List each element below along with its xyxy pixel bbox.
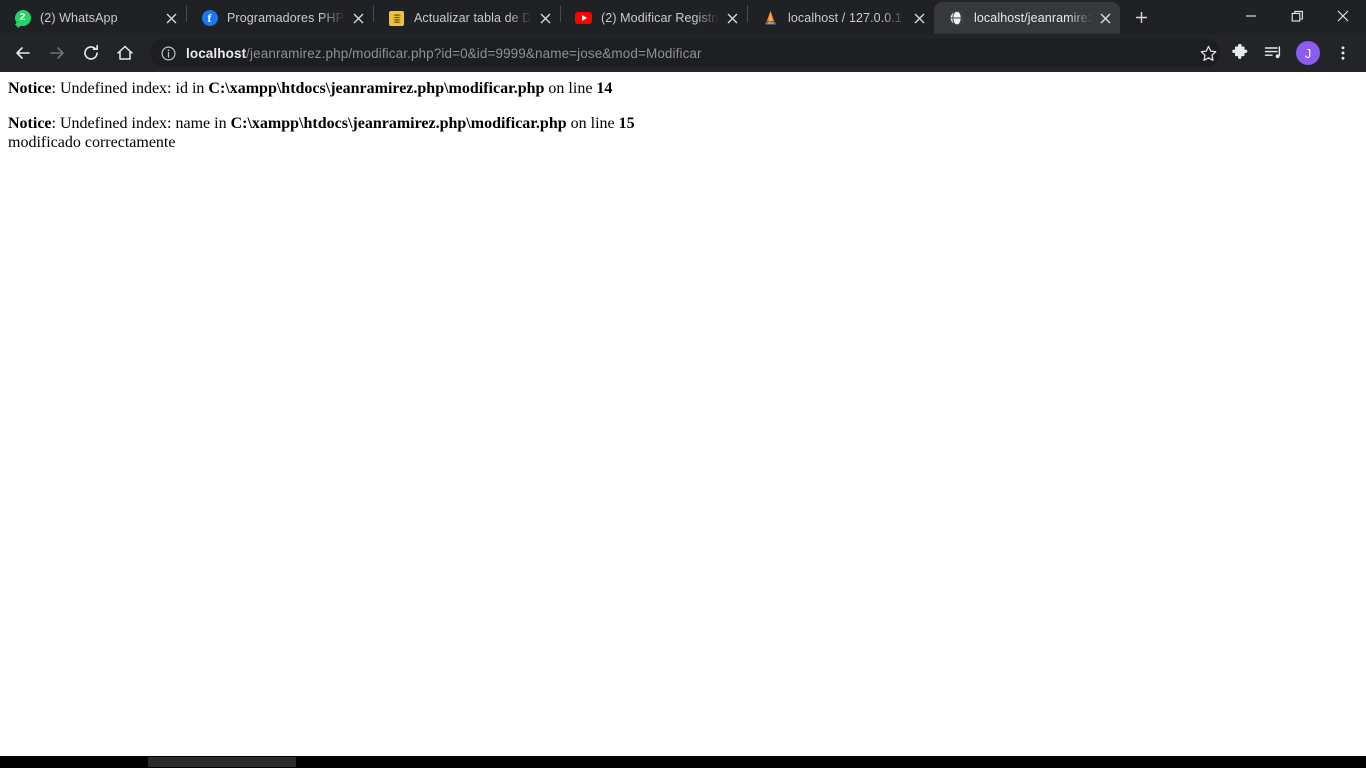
phpmyadmin-icon: PMA — [762, 10, 779, 27]
url-path: /jeanramirez.php/modificar.php?id=0&id=9… — [246, 45, 702, 61]
profile-avatar[interactable]: J — [1296, 41, 1320, 65]
tab-actualizar-tabla[interactable]: Actualizar tabla de DB c — [374, 2, 560, 34]
svg-text:PMA: PMA — [768, 21, 774, 25]
tab-title: Programadores PHP | Fa — [227, 11, 345, 25]
page-viewport: Notice: Undefined index: id in C:\xampp\… — [0, 72, 1366, 756]
tab-title: (2) WhatsApp — [40, 11, 118, 25]
tab-close-icon[interactable] — [536, 9, 554, 27]
tab-modificar-registros[interactable]: (2) Modificar Registros, — [561, 2, 747, 34]
tab-title: (2) Modificar Registros, — [601, 11, 719, 25]
restore-button[interactable] — [1274, 0, 1320, 32]
new-tab-button[interactable] — [1126, 2, 1156, 32]
tab-strip: 2 (2) WhatsApp f Programadores PHP | Fa — [0, 0, 1366, 34]
youtube-icon — [575, 10, 592, 27]
media-playlist-icon[interactable] — [1258, 38, 1288, 68]
reload-button[interactable] — [76, 38, 106, 68]
three-dot-menu-icon[interactable] — [1328, 38, 1358, 68]
result-message: modificado correctamente — [8, 133, 176, 151]
youtube-glyph — [575, 12, 592, 24]
browser-toolbar: localhost/jeanramirez.php/modificar.php?… — [0, 34, 1366, 72]
tab-close-icon[interactable] — [162, 9, 180, 27]
notice-line-number: 15 — [618, 114, 635, 132]
notice-path: C:\xampp\htdocs\jeanramirez.php\modifica… — [230, 114, 567, 132]
notice-line-text: on line — [544, 80, 597, 97]
tab-close-icon[interactable] — [910, 9, 928, 27]
url-text: localhost/jeanramirez.php/modificar.php?… — [186, 46, 702, 61]
horizontal-scrollbar[interactable] — [0, 756, 1366, 768]
tab-localhost-jeanramirez[interactable]: localhost/jeanramirez.ph — [934, 2, 1120, 34]
php-notice-2: Notice: Undefined index: name in C:\xamp… — [8, 115, 1358, 134]
globe-glyph — [948, 10, 965, 26]
tab-title: localhost/jeanramirez.ph — [974, 11, 1092, 25]
tab-close-icon[interactable] — [1096, 9, 1114, 27]
document-glyph — [389, 10, 404, 26]
back-button[interactable] — [8, 38, 38, 68]
tab-close-icon[interactable] — [723, 9, 741, 27]
notice-label: Notice — [8, 114, 52, 132]
tab-whatsapp[interactable]: 2 (2) WhatsApp — [0, 2, 186, 34]
close-button[interactable] — [1320, 0, 1366, 32]
tab-programadores-php[interactable]: f Programadores PHP | Fa — [187, 2, 373, 34]
notice-line-text: on line — [566, 114, 619, 132]
window-controls — [1228, 0, 1366, 34]
whatsapp-badge: 2 — [14, 10, 31, 26]
notice-label: Notice — [8, 80, 52, 97]
php-notice-1: Notice: Undefined index: id in C:\xampp\… — [8, 80, 1358, 99]
url-host: localhost — [186, 45, 247, 61]
facebook-glyph: f — [201, 10, 218, 26]
notice-message: : Undefined index: name in — [51, 114, 231, 132]
php-output: Notice: Undefined index: id in C:\xampp\… — [0, 72, 1366, 161]
extensions-puzzle-icon[interactable] — [1225, 38, 1255, 68]
document-icon — [388, 10, 405, 27]
notice-line-number: 14 — [596, 80, 613, 97]
tab-phpmyadmin-localhost[interactable]: PMA localhost / 127.0.0.1 / je — [748, 2, 934, 34]
phpmyadmin-glyph: PMA — [765, 11, 776, 25]
forward-button[interactable] — [42, 38, 72, 68]
notice-path: C:\xampp\htdocs\jeanramirez.php\modifica… — [208, 80, 545, 97]
tab-title: localhost / 127.0.0.1 / je — [788, 11, 906, 25]
tab-close-icon[interactable] — [349, 9, 367, 27]
info-circle-icon[interactable] — [158, 43, 178, 63]
home-button[interactable] — [110, 38, 140, 68]
notice-message: : Undefined index: id in — [51, 80, 209, 97]
tab-title: Actualizar tabla de DB c — [414, 11, 532, 25]
bookmark-star-icon[interactable] — [1194, 39, 1222, 67]
tab-list: 2 (2) WhatsApp f Programadores PHP | Fa — [0, 0, 1156, 34]
whatsapp-icon: 2 — [14, 10, 31, 27]
globe-icon — [948, 10, 965, 27]
facebook-icon: f — [201, 10, 218, 27]
horizontal-scrollbar-thumb[interactable] — [148, 757, 296, 767]
address-bar[interactable]: localhost/jeanramirez.php/modificar.php?… — [150, 39, 1220, 67]
browser-window: 2 (2) WhatsApp f Programadores PHP | Fa — [0, 0, 1366, 768]
minimize-button[interactable] — [1228, 0, 1274, 32]
